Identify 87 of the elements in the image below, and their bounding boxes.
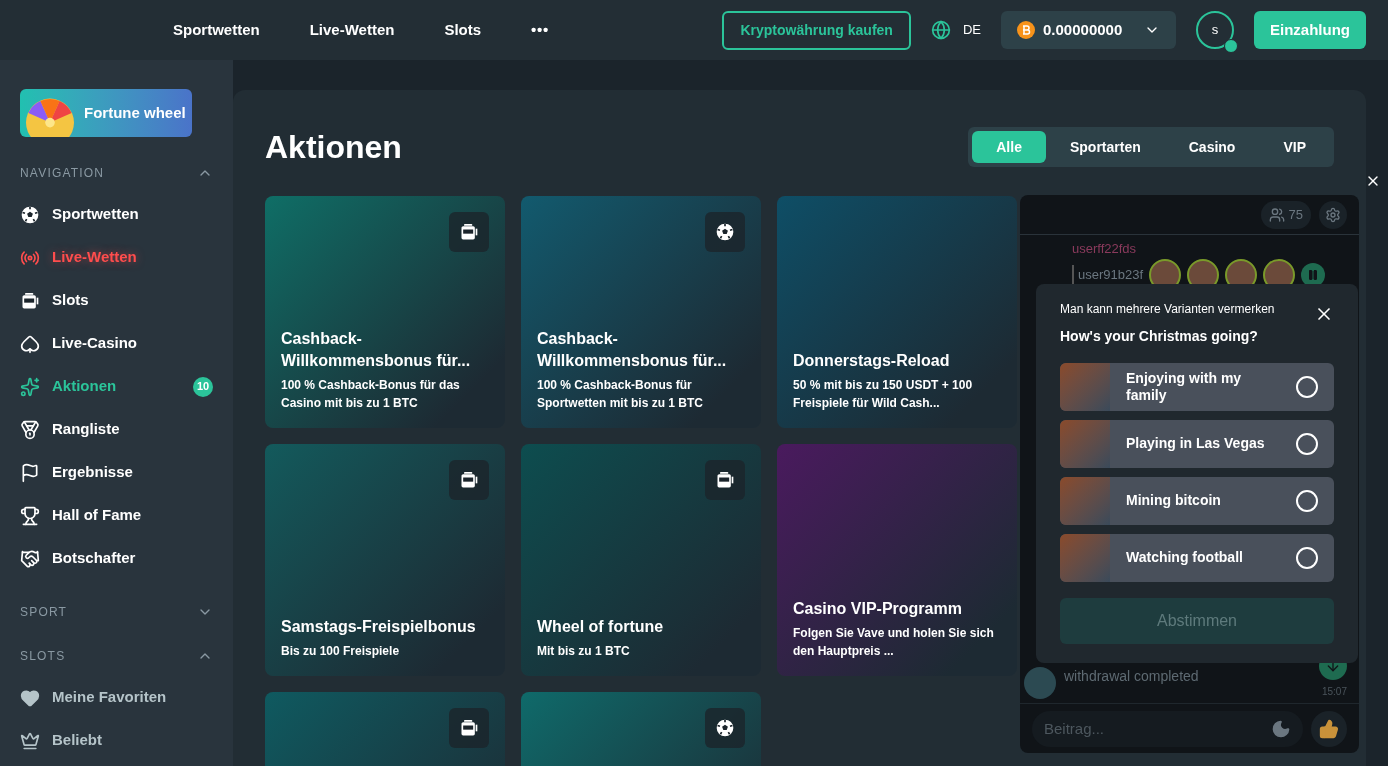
slot-machine-icon	[459, 718, 479, 738]
crown-icon	[20, 730, 40, 751]
count-badge: 10	[193, 376, 213, 397]
language-label[interactable]: DE	[962, 20, 981, 40]
moon-icon[interactable]	[1271, 718, 1291, 739]
slot-machine-icon	[715, 470, 735, 490]
promo-description: 50 % mit bis zu 150 USDT + 100 Freispiele für Wild Cash...	[793, 377, 974, 412]
sidebar-item[interactable]: Aktionen 10	[20, 365, 213, 408]
promo-card[interactable]: Cashback-Willkommensbonus für... 100 % Cashback-Bonus für das Casino mit bis zu 1 BTC	[265, 196, 505, 428]
nav-link[interactable]: Live-Wetten	[309, 18, 395, 42]
settings-icon[interactable]	[1325, 206, 1341, 223]
online-users-count: 75	[1288, 205, 1303, 224]
promo-card[interactable]: Casino VIP-Programm Folgen Sie Vave und holen Sie sich den Hauptpreis ...	[777, 444, 1017, 676]
section-heading: NAVIGATION	[20, 165, 105, 182]
soccer-ball-icon	[715, 718, 735, 738]
user-avatar	[1024, 667, 1056, 699]
section-heading: SLOTS	[20, 648, 66, 665]
sidebar-item[interactable]: Live-Casino	[20, 322, 213, 365]
promo-card[interactable]: Wheel of fortune Mit bis zu 1 BTC	[521, 444, 761, 676]
promo-description: Folgen Sie Vave und holen Sie sich den Hauptpreis ...	[793, 625, 995, 660]
chat-message: withdrawal completed	[1064, 667, 1199, 686]
poll-option[interactable]: Playing in Las Vegas	[1060, 420, 1334, 468]
soccer-ball-icon	[20, 204, 40, 225]
promo-card[interactable]: Cashback-Willkommensbonus für... 100 % Cashback-Bonus für Sportwetten mit bis zu 1 BTC	[521, 196, 761, 428]
flag-icon	[20, 462, 40, 483]
slot-machine-icon	[459, 222, 479, 242]
nav-link[interactable]: Slots	[444, 18, 482, 42]
photo-placeholder	[1060, 420, 1110, 468]
bitcoin-icon	[1017, 21, 1035, 39]
globe-icon[interactable]	[930, 20, 951, 40]
users-icon	[1268, 206, 1285, 223]
poll-question: How's your Christmas going?	[1060, 327, 1259, 346]
page-title: Aktionen	[265, 128, 402, 167]
photo-placeholder	[1060, 363, 1110, 411]
promo-card[interactable]: Donnerstags-Reload 50 % mit bis zu 150 USDT + 100 Freispiele für Wild Cash...	[777, 196, 1017, 428]
sidebar-item[interactable]: Live-Wetten	[20, 236, 213, 279]
promo-title: Cashback-Willkommensbonus für...	[537, 329, 728, 371]
filter-tab[interactable]: VIP	[1259, 131, 1330, 163]
balance-dropdown[interactable]: 0.00000000	[1001, 11, 1176, 49]
nav-link[interactable]: Sportwetten	[173, 18, 260, 42]
sidebar-item[interactable]: Beliebt	[20, 719, 213, 762]
thumbs-up-icon[interactable]	[1319, 718, 1339, 739]
handshake-icon	[20, 548, 40, 569]
promo-title: Donnerstags-Reload	[793, 351, 951, 371]
promo-description: Bis zu 100 Freispiele	[281, 643, 401, 660]
photo-placeholder	[1060, 477, 1110, 525]
filter-tab[interactable]: Sportarten	[1045, 131, 1165, 163]
promo-description: 100 % Cashback-Bonus für Sportwetten mit bis zu 1 BTC	[537, 377, 704, 412]
promo-title: Wheel of fortune	[537, 617, 665, 637]
slot-machine-icon	[459, 470, 479, 490]
sidebar-item[interactable]: Meine Favoriten	[20, 676, 213, 719]
pause-icon[interactable]	[1307, 268, 1320, 281]
chat-username: userff22fds	[1072, 240, 1138, 258]
sidebar-item[interactable]: Slots	[20, 279, 213, 322]
promo-title: Cashback-Willkommensbonus für...	[281, 329, 472, 371]
sparkles-icon	[20, 376, 40, 397]
radio-button[interactable]	[1296, 547, 1318, 569]
soccer-ball-icon	[715, 222, 735, 242]
radio-button[interactable]	[1296, 433, 1318, 455]
fortune-wheel-banner[interactable]: Fortune wheel	[20, 89, 192, 137]
more-menu[interactable]: •••	[531, 18, 550, 42]
sidebar-item[interactable]: Ergebnisse	[20, 451, 213, 494]
poll-option[interactable]: Mining bitcoin	[1060, 477, 1334, 525]
sidebar-item[interactable]: Botschafter	[20, 537, 213, 580]
slot-machine-icon	[20, 290, 40, 311]
radio-button[interactable]	[1296, 490, 1318, 512]
poll-option[interactable]: Watching football	[1060, 534, 1334, 582]
promo-description: 100 % Cashback-Bonus für das Casino mit bis zu 1 BTC	[281, 377, 461, 412]
sidebar-item[interactable]: Rangliste	[20, 408, 213, 451]
promo-title: Casino VIP-Programm	[793, 599, 963, 619]
sidebar-item[interactable]: Hall of Fame	[20, 494, 213, 537]
filter-tab[interactable]: Casino	[1164, 131, 1260, 163]
cards-icon	[20, 333, 40, 354]
message-time: 15:07	[1321, 685, 1347, 699]
heart-icon	[20, 687, 40, 708]
section-heading: SPORT	[20, 604, 68, 621]
sidebar-item[interactable]: Sportwetten	[20, 193, 213, 236]
promo-card[interactable]: Samstags-Freispielbonus Bis zu 100 Freispiele	[265, 444, 505, 676]
buy-crypto-button[interactable]: Kryptowährung kaufen	[722, 10, 911, 50]
trophy-icon	[20, 505, 40, 526]
photo-placeholder	[1060, 534, 1110, 582]
promo-description: Mit bis zu 1 BTC	[537, 643, 631, 660]
radio-button[interactable]	[1296, 376, 1318, 398]
poll-hint: Man kann mehrere Varianten vermerken	[1060, 301, 1275, 318]
poll-option[interactable]: Enjoying with my family	[1060, 363, 1334, 411]
promo-title: Samstags-Freispielbonus	[281, 617, 477, 637]
podium-icon	[20, 419, 40, 440]
